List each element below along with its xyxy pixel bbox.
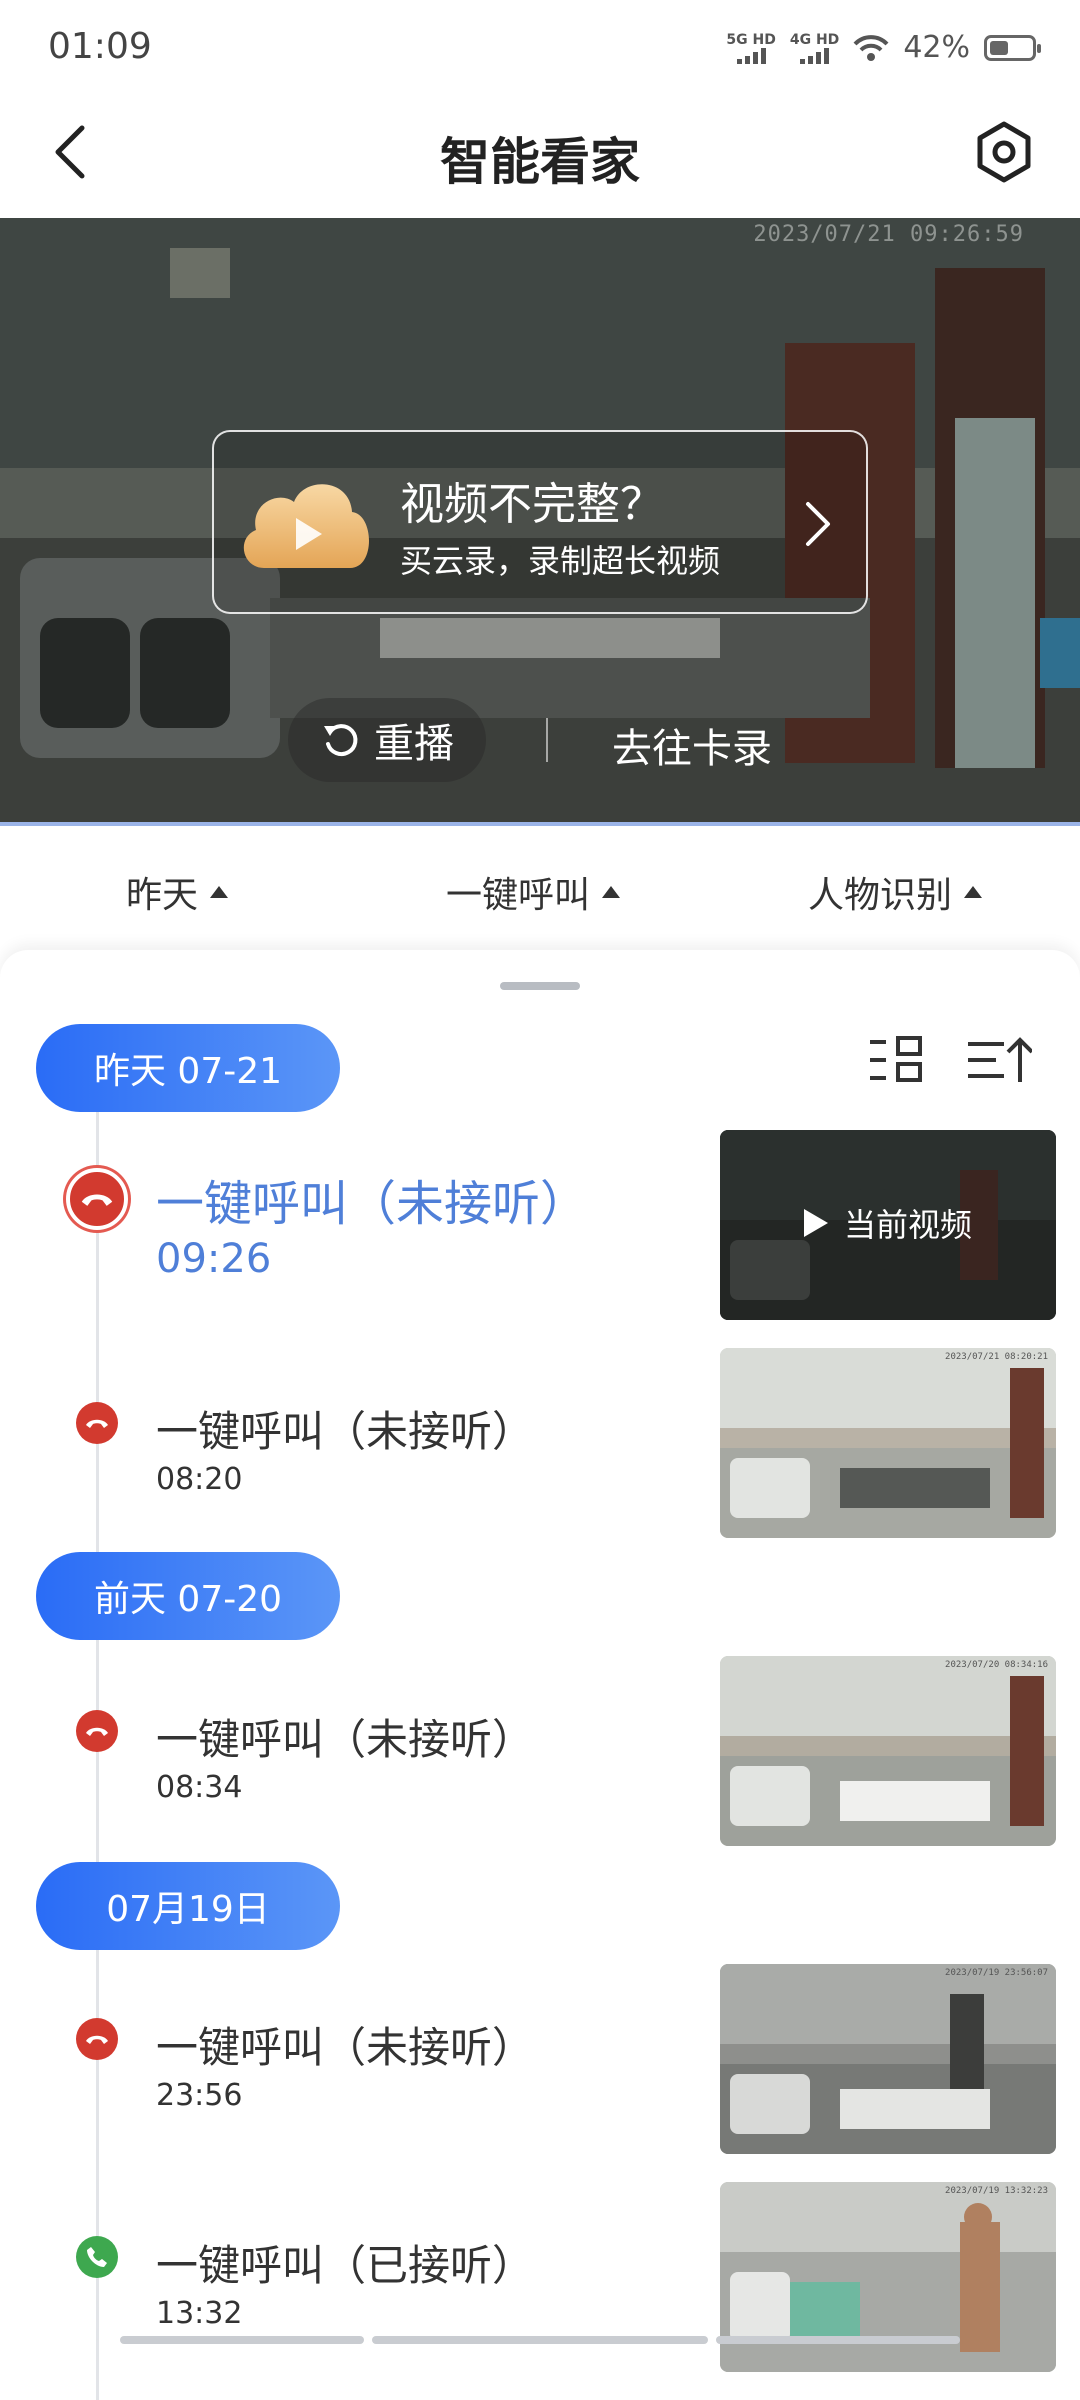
current-video-text: 当前视频	[843, 1206, 972, 1244]
status-time: 01:09	[48, 26, 152, 67]
missed-call-icon	[76, 1402, 118, 1444]
video-player[interactable]: 2023/07/21 09:26:59 视频不完整？ 买云录，录制超长视频 重播…	[0, 218, 1080, 826]
replay-icon	[324, 724, 358, 757]
answered-call-icon	[76, 2236, 118, 2278]
date-group-pill: 昨天 07-21	[36, 1024, 340, 1112]
video-timestamp: 2023/07/21 09:26:59	[753, 222, 1024, 247]
event-title[interactable]: 一键呼叫（未接听）	[156, 2014, 534, 2075]
caret-up-icon	[210, 886, 229, 898]
event-title[interactable]: 一键呼叫（已接听）	[156, 2232, 534, 2293]
cloud-record-banner[interactable]: 视频不完整？ 买云录，录制超长视频	[212, 430, 868, 614]
filter-recognition-label: 人物识别	[808, 875, 953, 916]
filter-event-label: 一键呼叫	[446, 875, 591, 916]
cloud-play-icon	[243, 484, 369, 568]
filter-event-type[interactable]: 一键呼叫	[446, 866, 621, 918]
scroll-indicator	[120, 2336, 364, 2344]
status-bar: 01:09 5G HD 4G HD 42%	[0, 0, 1080, 100]
event-time: 08:20	[156, 1462, 243, 1497]
status-icons: 5G HD 4G HD 42%	[726, 30, 1041, 65]
filter-date[interactable]: 昨天	[126, 866, 229, 918]
timeline-line	[96, 1110, 99, 2400]
banner-subtitle: 买云录，录制超长视频	[400, 542, 721, 580]
event-list-sheet: 昨天 07-21 一键呼叫（未接听） 09:26 当前视频 一键呼叫（未接听） …	[0, 950, 1080, 2400]
date-group-pill: 前天 07-20	[36, 1552, 340, 1640]
scroll-indicator	[372, 2336, 708, 2344]
list-view-icon[interactable]	[868, 1034, 924, 1086]
net-label-1: 5G HD	[726, 31, 776, 48]
thumbnail-timestamp: 2023/07/19 23:56:07	[945, 1968, 1048, 1978]
current-video-label: 当前视频	[720, 1200, 1056, 1246]
event-time: 09:26	[156, 1236, 272, 1282]
event-time: 23:56	[156, 2078, 243, 2113]
net-label-2: 4G HD	[789, 31, 840, 48]
event-time: 08:34	[156, 1770, 243, 1805]
filter-date-label: 昨天	[126, 875, 199, 916]
signal-4g-icon: 4G HD	[790, 32, 839, 64]
caret-up-icon	[602, 886, 621, 898]
play-icon	[803, 1209, 828, 1237]
banner-title: 视频不完整？	[400, 479, 664, 530]
drag-handle[interactable]	[500, 982, 580, 990]
sort-icon[interactable]	[966, 1034, 1032, 1086]
wifi-icon	[853, 34, 889, 61]
chevron-right-icon	[806, 502, 830, 546]
event-thumbnail[interactable]: 2023/07/19 23:56:07	[720, 1964, 1056, 2154]
event-title[interactable]: 一键呼叫（未接听）	[156, 1398, 534, 1459]
event-time: 13:32	[156, 2296, 243, 2331]
settings-button[interactable]	[972, 120, 1036, 184]
event-thumbnail[interactable]: 2023/07/20 08:34:16	[720, 1656, 1056, 1846]
missed-call-icon	[66, 1168, 128, 1230]
caret-up-icon	[964, 886, 983, 898]
card-record-button[interactable]: 去往卡录	[612, 716, 772, 774]
date-group-pill: 07月19日	[36, 1862, 340, 1950]
event-thumbnail[interactable]: 2023/07/21 08:20:21	[720, 1348, 1056, 1538]
replay-button[interactable]: 重播	[288, 698, 486, 782]
thumbnail-timestamp: 2023/07/20 08:34:16	[945, 1660, 1048, 1670]
event-title[interactable]: 一键呼叫（未接听）	[156, 1164, 588, 1234]
thumbnail-timestamp: 2023/07/19 13:32:23	[945, 2186, 1048, 2196]
filter-recognition[interactable]: 人物识别	[808, 866, 983, 918]
page-title: 智能看家	[440, 133, 640, 191]
scroll-indicator	[716, 2336, 960, 2344]
app-header: 智能看家	[0, 100, 1080, 218]
battery-icon	[984, 34, 1041, 61]
thumbnail-timestamp: 2023/07/21 08:20:21	[945, 1352, 1048, 1362]
filter-bar: 昨天 一键呼叫 人物识别	[0, 826, 1080, 950]
video-divider	[546, 718, 548, 762]
event-thumbnail-current[interactable]: 当前视频	[720, 1130, 1056, 1320]
replay-label: 重播	[374, 721, 454, 767]
missed-call-icon	[76, 1710, 118, 1752]
missed-call-icon	[76, 2018, 118, 2060]
signal-5g-icon: 5G HD	[726, 31, 776, 64]
event-title[interactable]: 一键呼叫（未接听）	[156, 1706, 534, 1767]
battery-percent: 42%	[903, 30, 970, 65]
